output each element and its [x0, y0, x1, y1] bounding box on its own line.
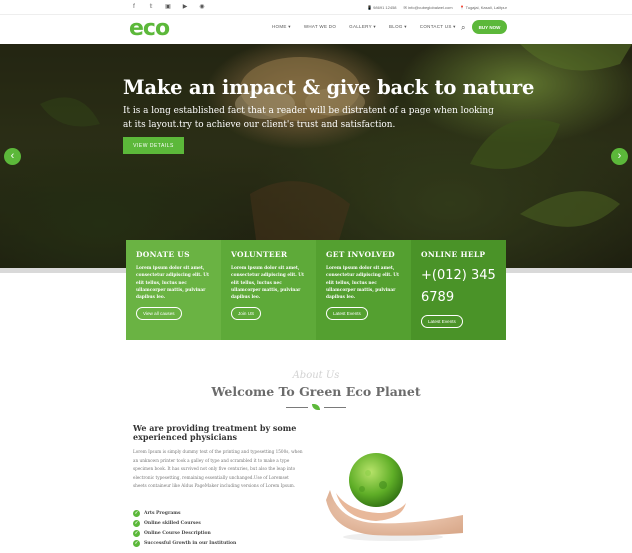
email-text[interactable]: ✉ info@cubeglobalwel.com [404, 5, 453, 10]
card-text: Lorem ipsum dolor sit amet, consectetur … [136, 266, 210, 301]
info-cards: DONATE US Lorem ipsum dolor sit amet, co… [126, 240, 506, 340]
check-icon: ✓ [133, 509, 140, 517]
pinterest-icon[interactable]: ◉ [198, 4, 206, 10]
about-paragraph: Lorem Ipsum is simply dummy text of the … [133, 449, 303, 489]
address-value: Tugajai, Kasali, Lalitpur [465, 4, 507, 10]
main-header: eco HOME ▾ WHAT WE DO GALLERY ▾ BLOG ▾ C… [0, 15, 632, 45]
list-item: ✓ Arts Programs [133, 508, 236, 518]
divider-line [324, 407, 346, 408]
card-donate-us: DONATE US Lorem ipsum dolor sit amet, co… [126, 240, 221, 340]
feature-list: ✓ Arts Programs ✓ Online skilled Courses ✓… [133, 508, 236, 548]
leaf-icon [312, 404, 320, 410]
about-script-heading: About Us [292, 370, 340, 381]
about-title: Welcome To Green Eco Planet [211, 384, 421, 399]
search-icon[interactable]: ⌕ [461, 23, 465, 33]
nav-what-we-do[interactable]: WHAT WE DO [304, 24, 336, 30]
card-get-involved: GET INVOLVED Lorem ipsum dolor sit amet,… [316, 240, 411, 340]
check-icon: ✓ [133, 529, 140, 537]
facebook-icon[interactable]: f [130, 4, 138, 10]
phone-text: 📱 98691 12458 [367, 4, 397, 10]
hero-title: Make an impact & give back to nature [123, 76, 535, 99]
list-item: ✓ Online Course Description [133, 528, 236, 538]
globe-in-hands-image [318, 445, 468, 545]
view-details-button[interactable]: VIEW DETAILS [123, 137, 184, 154]
card-volunteer: VOLUNTEER Lorem ipsum dolor sit amet, co… [221, 240, 316, 340]
card-text: Lorem ipsum dolor sit amet, consectetur … [231, 266, 305, 301]
hero-subtitle: It is a long established fact that a rea… [123, 106, 494, 130]
check-icon: ✓ [133, 539, 140, 547]
card-title: DONATE US [136, 250, 190, 259]
nav-home[interactable]: HOME ▾ [272, 24, 291, 30]
email-value: info@cubeglobalwel.com [408, 4, 453, 10]
title-divider [286, 404, 346, 410]
help-phone-number[interactable]: +(012) 345 6789 [421, 265, 496, 309]
slider-prev-arrow[interactable]: ‹ [4, 148, 21, 165]
slider-next-arrow[interactable]: › [611, 148, 628, 165]
logo[interactable]: eco [129, 16, 170, 42]
latest-events-button[interactable]: Latest Events [421, 315, 463, 328]
divider-line [286, 407, 308, 408]
linkedin-icon[interactable]: ▣ [164, 4, 172, 10]
phone-value: 98691 12458 [373, 4, 397, 10]
nav-blog[interactable]: BLOG ▾ [389, 24, 407, 30]
check-icon: ✓ [133, 519, 140, 527]
nav-gallery[interactable]: GALLERY ▾ [349, 24, 376, 30]
youtube-icon[interactable]: ▶ [181, 4, 189, 10]
about-subheading: We are providing treatment by some exper… [133, 423, 297, 442]
address-text: 📍 Tugajai, Kasali, Lalitpur [459, 4, 507, 10]
card-title: VOLUNTEER [231, 250, 288, 259]
card-title: ONLINE HELP [421, 250, 486, 259]
nav-contact-us[interactable]: CONTACT US ▾ [420, 24, 456, 30]
main-nav: HOME ▾ WHAT WE DO GALLERY ▾ BLOG ▾ CONTA… [272, 24, 456, 30]
view-all-causes-button[interactable]: View all causes [136, 307, 182, 321]
top-bar: f 𝕥 ▣ ▶ ◉ 📱 98691 12458 ✉ info@cubegloba… [0, 0, 632, 15]
list-item: ✓ Online skilled Courses [133, 518, 236, 528]
card-title: GET INVOLVED [326, 250, 395, 259]
feature-label: Arts Programs [144, 510, 181, 516]
feature-label: Successful Growth in our Institution [144, 540, 237, 546]
latest-events-button[interactable]: Latest Events [326, 307, 368, 321]
social-links: f 𝕥 ▣ ▶ ◉ [130, 4, 206, 10]
hero-slider: Make an impact & give back to nature It … [0, 44, 632, 270]
join-us-button[interactable]: Join US [231, 307, 262, 321]
contact-info: 📱 98691 12458 ✉ info@cubeglobalwel.com 📍… [367, 5, 507, 10]
list-item: ✓ Successful Growth in our Institution [133, 538, 236, 548]
card-text: Lorem ipsum dolor sit amet, consectetur … [326, 266, 400, 301]
card-online-help: ONLINE HELP +(012) 345 6789 Latest Event… [411, 240, 506, 340]
buy-now-button[interactable]: BUY NOW [472, 20, 507, 34]
globe-illustration [326, 453, 463, 541]
feature-label: Online Course Description [144, 530, 211, 536]
twitter-icon[interactable]: 𝕥 [147, 4, 155, 10]
feature-label: Online skilled Courses [144, 520, 201, 526]
